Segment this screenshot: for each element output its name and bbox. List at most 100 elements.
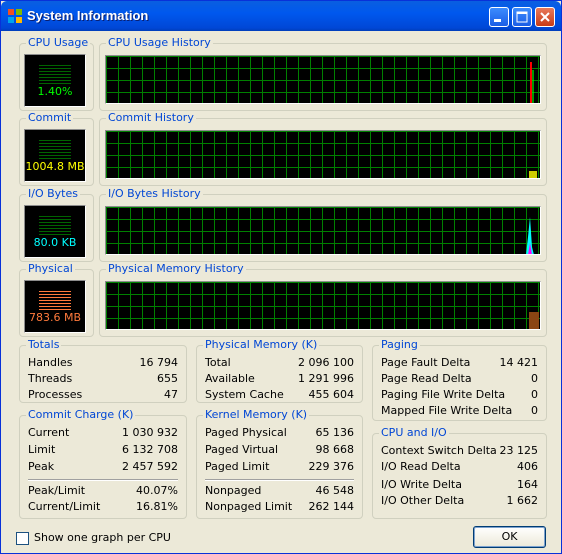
stat-row-mapped-file-write: Mapped File Write Delta 0 — [381, 404, 538, 420]
physical-meter: 783.6 MB — [24, 280, 86, 333]
cpu-io-group: CPU and I/O Context Switch Delta 23 125 I… — [372, 426, 547, 519]
stat-key: I/O Read Delta — [381, 460, 461, 473]
stat-row-nonpaged: Nonpaged 46 548 — [205, 484, 354, 500]
show-one-graph-per-cpu-label[interactable]: Show one graph per CPU — [34, 531, 171, 544]
stat-row-current-limit: Current/Limit 16.81% — [28, 500, 178, 516]
io-bytes-value: 80.0 KB — [33, 236, 77, 249]
io-history-graph — [105, 206, 541, 255]
stat-key: Nonpaged — [205, 484, 262, 497]
physical-label: Physical — [26, 262, 75, 275]
stat-value: 0 — [531, 372, 538, 385]
stat-value: 6 132 708 — [122, 443, 178, 456]
commit-history-label: Commit History — [106, 111, 196, 124]
stat-row-nonpaged-limit: Nonpaged Limit 262 144 — [205, 500, 354, 516]
stat-value: 229 376 — [308, 460, 355, 473]
commit-history-group: Commit History — [99, 111, 547, 186]
title-bar[interactable]: System Information — [1, 1, 561, 31]
close-icon — [540, 12, 550, 22]
client-area: CPU Usage 1.40% CPU Usage History Commit… — [4, 31, 558, 551]
stat-value: 47 — [164, 388, 178, 401]
stat-key: Handles — [28, 356, 73, 369]
totals-label: Totals — [26, 338, 62, 351]
stat-value: 16 794 — [139, 356, 179, 369]
io-history-group: I/O Bytes History — [99, 187, 547, 262]
stat-row-total: Total 2 096 100 — [205, 356, 354, 372]
physical-history-graph — [105, 281, 541, 330]
window-title: System Information — [27, 8, 149, 23]
stat-value: 0 — [531, 388, 538, 401]
stat-value: 2 457 592 — [122, 460, 178, 473]
physical-history-label: Physical Memory History — [106, 262, 246, 275]
stat-key: Peak — [28, 460, 55, 473]
stat-row-handles: Handles 16 794 — [28, 356, 178, 372]
commit-history-graph — [105, 130, 541, 179]
commit-history-trace — [529, 171, 537, 178]
stat-key: Current/Limit — [28, 500, 101, 513]
stat-key: Current — [28, 426, 70, 439]
separator — [205, 479, 354, 481]
show-one-graph-per-cpu-checkbox[interactable] — [16, 532, 29, 545]
io-meter-bars — [39, 216, 71, 236]
stat-row-page-read: Page Read Delta 0 — [381, 372, 538, 388]
stat-row-paged-virtual: Paged Virtual 98 668 — [205, 443, 354, 459]
physical-meter-bars — [39, 291, 71, 311]
stat-value: 14 421 — [499, 356, 539, 369]
physical-value: 783.6 MB — [28, 311, 82, 324]
stat-key: Paged Physical — [205, 426, 287, 439]
stat-value: 40.07% — [136, 484, 178, 497]
stat-row-context-switch: Context Switch Delta 23 125 — [381, 444, 538, 460]
stat-row-peak-limit: Peak/Limit 40.07% — [28, 484, 178, 500]
physical-memory-label: Physical Memory (K) — [203, 338, 320, 351]
io-bytes-label: I/O Bytes — [26, 187, 80, 200]
physical-history-trace — [529, 312, 539, 329]
ok-button[interactable]: OK — [473, 526, 546, 548]
io-history-trace — [526, 217, 534, 254]
commit-group: Commit 1004.8 MB — [19, 111, 94, 186]
cpu-usage-value: 1.40% — [37, 85, 73, 98]
stat-row-current: Current 1 030 932 — [28, 426, 178, 442]
stat-value: 46 548 — [315, 484, 355, 497]
kernel-memory-group: Kernel Memory (K) Paged Physical 65 136 P… — [196, 408, 363, 519]
cpu-history-group: CPU Usage History — [99, 36, 547, 111]
stat-row-threads: Threads 655 — [28, 372, 178, 388]
physical-group: Physical 783.6 MB — [19, 262, 94, 337]
kernel-memory-label: Kernel Memory (K) — [203, 408, 310, 421]
commit-charge-label: Commit Charge (K) — [26, 408, 136, 421]
close-button[interactable] — [535, 7, 555, 27]
system-information-window: System Information CPU Usage 1.40% CPU U… — [0, 0, 562, 554]
commit-meter: 1004.8 MB — [24, 129, 86, 182]
stat-row-paged-limit: Paged Limit 229 376 — [205, 460, 354, 476]
paging-label: Paging — [379, 338, 420, 351]
minimize-icon — [494, 19, 501, 22]
stat-row-paging-file-write: Paging File Write Delta 0 — [381, 388, 538, 404]
stat-row-processes: Processes 47 — [28, 388, 178, 404]
stat-key: Mapped File Write Delta — [381, 404, 513, 417]
stat-key: I/O Write Delta — [381, 478, 462, 491]
stat-key: Available — [205, 372, 255, 385]
maximize-button[interactable] — [512, 7, 532, 27]
stat-value: 406 — [517, 460, 538, 473]
stat-row-peak: Peak 2 457 592 — [28, 460, 178, 476]
stat-value: 655 — [157, 372, 178, 385]
stat-row-page-fault: Page Fault Delta 14 421 — [381, 356, 538, 372]
physical-memory-group: Physical Memory (K) Total 2 096 100 Avail… — [196, 338, 363, 404]
cpu-io-label: CPU and I/O — [379, 426, 449, 439]
cpu-meter-bars — [39, 65, 71, 85]
cpu-usage-meter: 1.40% — [24, 54, 86, 107]
stat-value: 16.81% — [136, 500, 178, 513]
stat-row-system-cache: System Cache 455 604 — [205, 388, 354, 404]
stat-key: Paging File Write Delta — [381, 388, 506, 401]
totals-group: Totals Handles 16 794 Threads 655 Processe… — [19, 338, 187, 404]
minimize-button[interactable] — [489, 7, 509, 27]
stat-row-io-read: I/O Read Delta 406 — [381, 460, 538, 476]
separator — [28, 479, 178, 481]
stat-row-paged-physical: Paged Physical 65 136 — [205, 426, 354, 442]
stat-value: 23 125 — [499, 444, 539, 457]
commit-meter-bars — [39, 140, 71, 160]
stat-value: 262 144 — [308, 500, 355, 513]
stat-value: 0 — [531, 404, 538, 417]
commit-label: Commit — [26, 111, 74, 124]
stat-key: Total — [205, 356, 231, 369]
stat-key: Threads — [28, 372, 73, 385]
cpu-usage-group: CPU Usage 1.40% — [19, 36, 94, 111]
